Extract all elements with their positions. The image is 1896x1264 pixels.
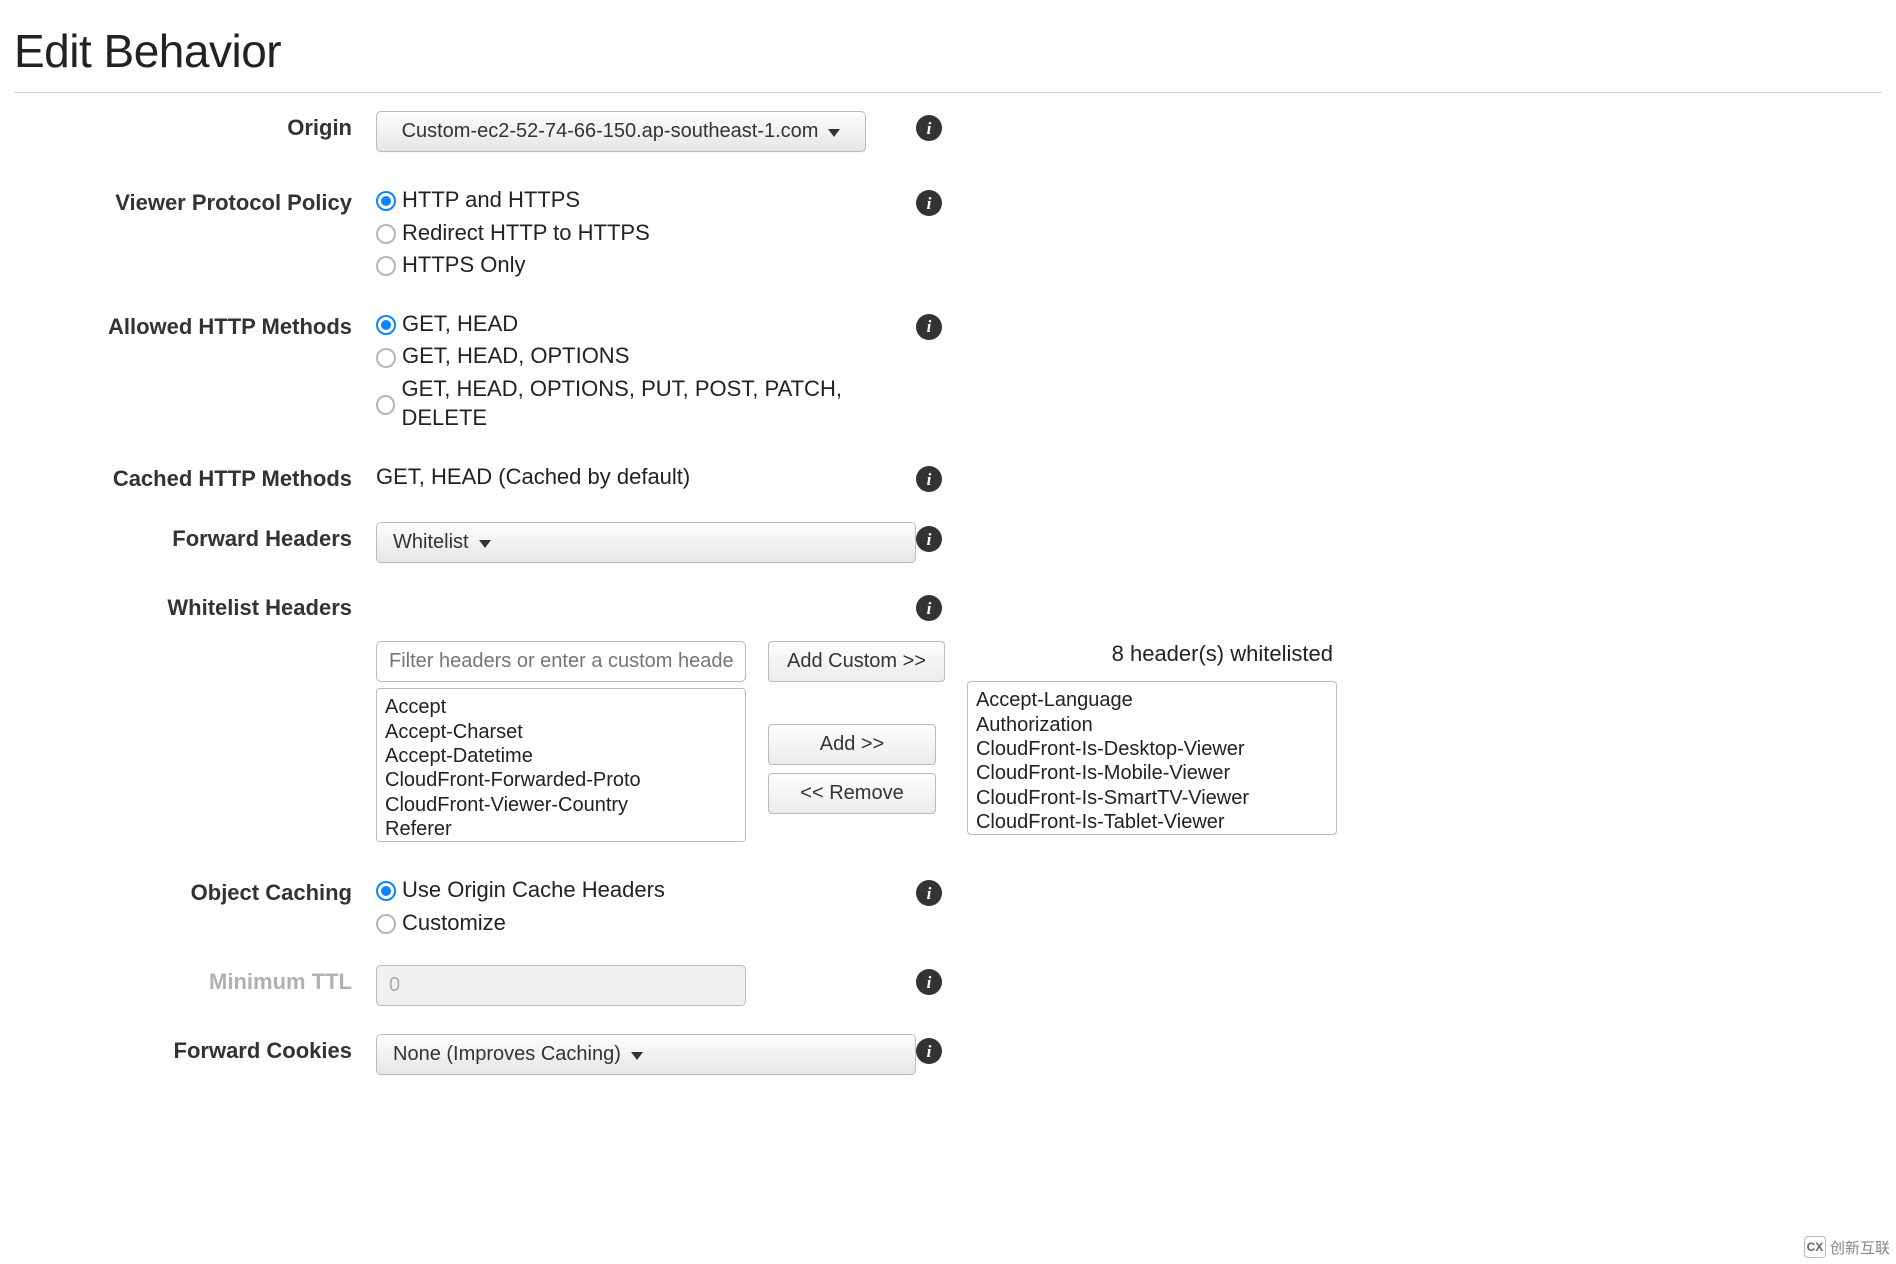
- list-item[interactable]: CloudFront-Is-Desktop-Viewer: [976, 737, 1328, 761]
- label-allowed-methods: Allowed HTTP Methods: [14, 310, 376, 340]
- radio-label: GET, HEAD: [402, 310, 518, 339]
- info-icon[interactable]: i: [916, 595, 942, 621]
- radio-http-and-https[interactable]: HTTP and HTTPS: [376, 186, 916, 215]
- filter-headers-input[interactable]: [376, 641, 746, 682]
- radio-label: HTTP and HTTPS: [402, 186, 580, 215]
- info-icon[interactable]: i: [916, 314, 942, 340]
- list-item[interactable]: Referer: [385, 817, 737, 841]
- whitelist-dual-list: Add Custom >> AcceptAccept-CharsetAccept…: [376, 641, 1337, 842]
- radio-label: Redirect HTTP to HTTPS: [402, 219, 650, 248]
- row-forward-cookies: Forward Cookies None (Improves Caching) …: [14, 1034, 1882, 1075]
- label-forward-cookies: Forward Cookies: [14, 1034, 376, 1064]
- page-title: Edit Behavior: [14, 10, 1882, 92]
- whitelist-count: 8 header(s) whitelisted: [967, 641, 1337, 667]
- form: Origin Custom-ec2-52-74-66-150.ap-southe…: [14, 111, 1882, 1075]
- radio-icon: [376, 914, 396, 934]
- object-caching-radio-group: Use Origin Cache Headers Customize: [376, 876, 916, 937]
- radio-use-origin-cache-headers[interactable]: Use Origin Cache Headers: [376, 876, 916, 905]
- list-item[interactable]: Accept-Charset: [385, 720, 737, 744]
- title-divider: [14, 92, 1882, 93]
- label-forward-headers: Forward Headers: [14, 522, 376, 552]
- watermark: CX 创新互联: [1798, 1234, 1896, 1260]
- remove-button[interactable]: << Remove: [768, 773, 936, 814]
- radio-get-head[interactable]: GET, HEAD: [376, 310, 916, 339]
- info-icon[interactable]: i: [916, 969, 942, 995]
- radio-icon: [376, 224, 396, 244]
- available-headers-column: Add Custom >> AcceptAccept-CharsetAccept…: [376, 641, 945, 842]
- viewer-protocol-radio-group: HTTP and HTTPS Redirect HTTP to HTTPS HT…: [376, 186, 916, 280]
- radio-get-head-options[interactable]: GET, HEAD, OPTIONS: [376, 342, 916, 371]
- add-custom-button[interactable]: Add Custom >>: [768, 641, 945, 682]
- list-item[interactable]: CloudFront-Is-Mobile-Viewer: [976, 761, 1328, 785]
- radio-icon: [376, 256, 396, 276]
- row-viewer-protocol-policy: Viewer Protocol Policy HTTP and HTTPS Re…: [14, 186, 1882, 280]
- info-icon[interactable]: i: [916, 115, 942, 141]
- row-whitelist-headers-body: Add Custom >> AcceptAccept-CharsetAccept…: [14, 641, 1882, 842]
- origin-select[interactable]: Custom-ec2-52-74-66-150.ap-southeast-1.c…: [376, 111, 866, 152]
- label-object-caching: Object Caching: [14, 876, 376, 906]
- forward-headers-select[interactable]: Whitelist: [376, 522, 916, 563]
- row-minimum-ttl: Minimum TTL i: [14, 965, 1882, 1006]
- row-whitelist-headers-label: Whitelist Headers i: [14, 591, 1882, 621]
- info-icon[interactable]: i: [916, 1038, 942, 1064]
- chevron-down-icon: [828, 129, 840, 137]
- info-icon[interactable]: i: [916, 526, 942, 552]
- radio-label: HTTPS Only: [402, 251, 525, 280]
- label-whitelist-headers: Whitelist Headers: [14, 591, 376, 621]
- label-viewer-protocol: Viewer Protocol Policy: [14, 186, 376, 216]
- forward-cookies-select-text: None (Improves Caching): [393, 1043, 621, 1066]
- cached-methods-text: GET, HEAD (Cached by default): [376, 462, 916, 490]
- label-cached-methods: Cached HTTP Methods: [14, 462, 376, 492]
- list-item[interactable]: CloudFront-Is-Tablet-Viewer: [976, 810, 1328, 834]
- row-origin: Origin Custom-ec2-52-74-66-150.ap-southe…: [14, 111, 1882, 152]
- list-item[interactable]: Authorization: [976, 713, 1328, 737]
- forward-headers-select-text: Whitelist: [393, 531, 469, 554]
- info-icon[interactable]: i: [916, 190, 942, 216]
- origin-select-text: Custom-ec2-52-74-66-150.ap-southeast-1.c…: [402, 120, 819, 143]
- row-object-caching: Object Caching Use Origin Cache Headers …: [14, 876, 1882, 937]
- list-item[interactable]: Accept-Language: [976, 688, 1328, 712]
- list-item[interactable]: CloudFront-Is-SmartTV-Viewer: [976, 786, 1328, 810]
- whitelisted-headers-listbox[interactable]: Accept-LanguageAuthorizationCloudFront-I…: [967, 681, 1337, 835]
- radio-icon: [376, 315, 396, 335]
- radio-label: GET, HEAD, OPTIONS: [402, 342, 629, 371]
- radio-icon: [376, 348, 396, 368]
- list-item[interactable]: Accept: [385, 695, 737, 719]
- watermark-badge-icon: CX: [1804, 1236, 1826, 1258]
- radio-icon: [376, 191, 396, 211]
- chevron-down-icon: [479, 540, 491, 548]
- forward-cookies-select[interactable]: None (Improves Caching): [376, 1034, 916, 1075]
- row-cached-http-methods: Cached HTTP Methods GET, HEAD (Cached by…: [14, 462, 1882, 492]
- watermark-text: 创新互联: [1830, 1237, 1890, 1258]
- row-forward-headers: Forward Headers Whitelist i: [14, 522, 1882, 563]
- add-button[interactable]: Add >>: [768, 724, 936, 765]
- radio-get-head-options-put-post-patch-delete[interactable]: GET, HEAD, OPTIONS, PUT, POST, PATCH, DE…: [376, 375, 916, 432]
- radio-https-only[interactable]: HTTPS Only: [376, 251, 916, 280]
- radio-icon: [376, 881, 396, 901]
- whitelisted-headers-column: 8 header(s) whitelisted Accept-LanguageA…: [967, 641, 1337, 835]
- allowed-methods-radio-group: GET, HEAD GET, HEAD, OPTIONS GET, HEAD, …: [376, 310, 916, 432]
- minimum-ttl-input: [376, 965, 746, 1006]
- chevron-down-icon: [631, 1052, 643, 1060]
- label-origin: Origin: [14, 111, 376, 141]
- list-item[interactable]: CloudFront-Forwarded-Proto: [385, 768, 737, 792]
- radio-label: GET, HEAD, OPTIONS, PUT, POST, PATCH, DE…: [401, 375, 916, 432]
- row-allowed-http-methods: Allowed HTTP Methods GET, HEAD GET, HEAD…: [14, 310, 1882, 432]
- radio-customize[interactable]: Customize: [376, 909, 916, 938]
- list-item[interactable]: CloudFront-Viewer-Country: [385, 793, 737, 817]
- transfer-buttons: Add >> << Remove: [768, 724, 936, 814]
- info-icon[interactable]: i: [916, 880, 942, 906]
- radio-icon: [376, 395, 395, 415]
- radio-label: Use Origin Cache Headers: [402, 876, 665, 905]
- available-headers-listbox[interactable]: AcceptAccept-CharsetAccept-DatetimeCloud…: [376, 688, 746, 842]
- radio-redirect-http-to-https[interactable]: Redirect HTTP to HTTPS: [376, 219, 916, 248]
- info-icon[interactable]: i: [916, 466, 942, 492]
- label-minimum-ttl: Minimum TTL: [14, 965, 376, 995]
- radio-label: Customize: [402, 909, 506, 938]
- list-item[interactable]: Accept-Datetime: [385, 744, 737, 768]
